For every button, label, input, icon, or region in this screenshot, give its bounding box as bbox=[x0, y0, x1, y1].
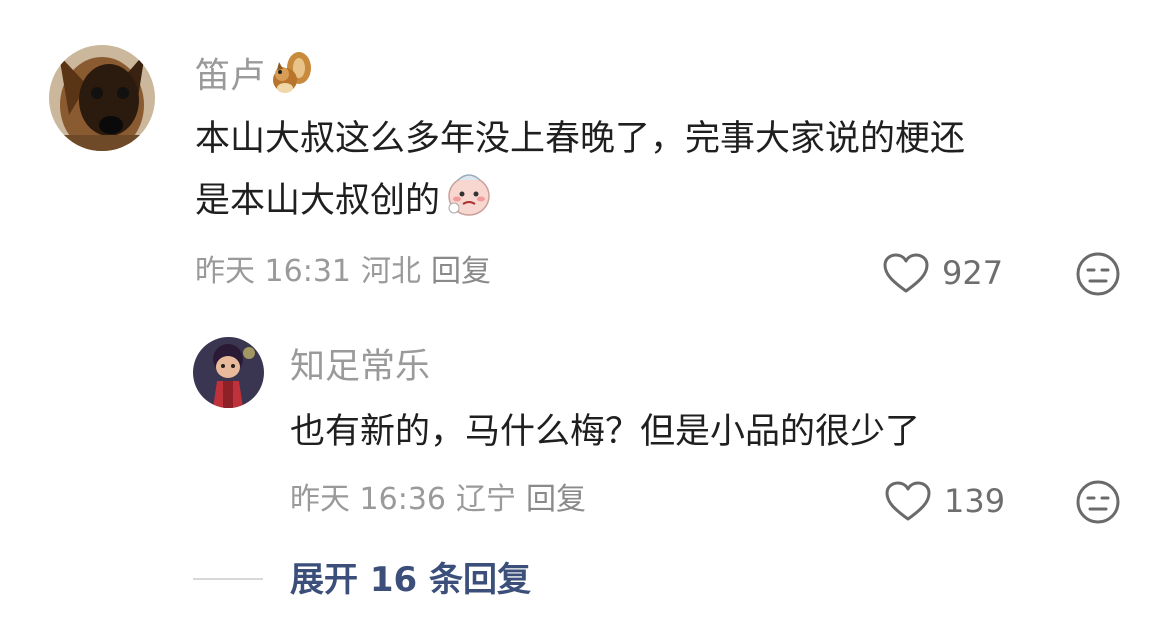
comment-time: 昨天 16:31 bbox=[195, 254, 351, 289]
neutral-face-icon bbox=[1076, 252, 1120, 296]
like-button[interactable]: 139 bbox=[884, 480, 1005, 522]
cartoon-avatar-icon bbox=[193, 337, 264, 408]
heart-icon bbox=[885, 481, 931, 521]
comment-location: 河北 bbox=[361, 254, 421, 289]
comment-body: 本山大叔这么多年没上春晚了，完事大家说的梗还 是本山大叔创的 bbox=[195, 110, 965, 236]
avatar-zhizuchangle[interactable] bbox=[193, 337, 264, 408]
username-text[interactable]: 笛卢 bbox=[195, 57, 265, 97]
heart-icon bbox=[883, 253, 929, 293]
username[interactable]: 笛卢 bbox=[195, 50, 315, 105]
avatar-dilu[interactable] bbox=[49, 45, 155, 151]
dislike-button[interactable] bbox=[1075, 251, 1121, 301]
dog-avatar-icon bbox=[49, 45, 155, 151]
comment-location: 辽宁 bbox=[456, 482, 516, 517]
comment-body: 也有新的，马什么梅？但是小品的很少了 bbox=[290, 412, 921, 452]
comment-meta: 昨天 16:36 辽宁 回复 bbox=[290, 480, 586, 520]
comment-line-with-emoji: 是本山大叔创的 bbox=[195, 168, 965, 236]
comment-meta: 昨天 16:31 河北 回复 bbox=[195, 252, 491, 292]
comment-line: 本山大叔这么多年没上春晚了，完事大家说的梗还 bbox=[195, 119, 966, 159]
expand-replies-button[interactable]: 展开 16 条回复 bbox=[290, 560, 531, 600]
dislike-button[interactable] bbox=[1075, 479, 1121, 529]
comment-time: 昨天 16:36 bbox=[290, 482, 446, 517]
comment-line: 是本山大叔创的 bbox=[195, 181, 441, 221]
username[interactable]: 知足常乐 bbox=[290, 347, 430, 387]
neutral-face-icon bbox=[1076, 480, 1120, 524]
reply-button[interactable]: 回复 bbox=[526, 482, 586, 517]
like-count: 927 bbox=[942, 254, 1004, 292]
sad-face-icon bbox=[444, 168, 494, 236]
like-count: 139 bbox=[944, 482, 1006, 520]
reply-button[interactable]: 回复 bbox=[431, 254, 491, 289]
chipmunk-icon bbox=[269, 50, 315, 105]
expand-divider bbox=[193, 578, 263, 580]
like-button[interactable]: 927 bbox=[882, 252, 1003, 294]
